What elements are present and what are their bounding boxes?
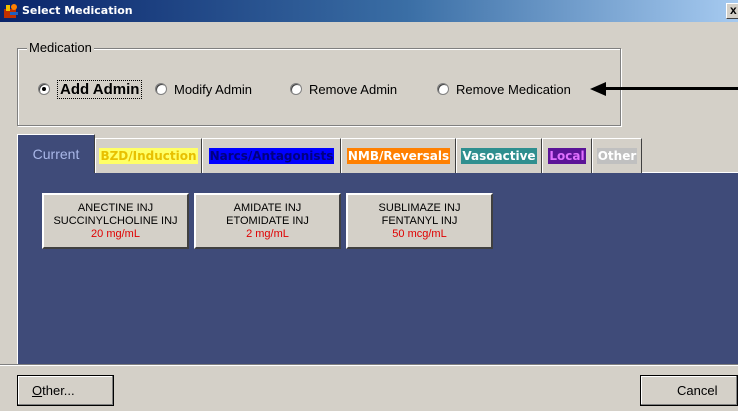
radio-label: Modify Admin <box>174 81 253 97</box>
tab-local[interactable]: Local <box>542 138 592 173</box>
cancel-button[interactable]: Cancel <box>640 375 738 406</box>
radio-unselected-icon <box>155 83 167 95</box>
tab-label: Current <box>32 146 80 162</box>
tab-label: NMB/Reversals <box>346 148 451 164</box>
med-generic-name: FENTANYL INJ <box>381 214 458 227</box>
tab-bzd-induction[interactable]: BZD/Induction <box>95 138 202 173</box>
radio-label: Remove Admin <box>309 81 398 97</box>
window-title: Select Medication <box>22 4 133 17</box>
med-generic-name: SUCCINYLCHOLINE INJ <box>53 214 178 227</box>
tab-narcs-antagonists[interactable]: Narcs/Antagonists <box>202 138 341 173</box>
med-brand-name: SUBLIMAZE INJ <box>378 201 461 214</box>
medication-legend: Medication <box>27 40 94 55</box>
other-label: ther... <box>42 383 75 398</box>
tab-vasoactive[interactable]: Vasoactive <box>456 138 542 173</box>
radio-remove-medication[interactable]: Remove Medication <box>437 80 571 98</box>
tab-label: Other <box>596 148 638 164</box>
tab-label: Vasoactive <box>461 148 537 164</box>
close-button[interactable]: x <box>726 3 738 19</box>
radio-remove-admin[interactable]: Remove Admin <box>290 80 397 98</box>
radio-unselected-icon <box>437 83 449 95</box>
select-medication-dialog: Select Medication x Medication Add Admin… <box>0 0 738 411</box>
med-generic-name: ETOMIDATE INJ <box>226 214 309 227</box>
footer-separator <box>0 364 738 366</box>
tab-other[interactable]: Other <box>592 138 642 173</box>
med-concentration: 20 mg/mL <box>91 227 140 240</box>
arrow-left-icon <box>590 82 738 96</box>
radio-modify-admin[interactable]: Modify Admin <box>155 80 252 98</box>
tab-nmb-reversals[interactable]: NMB/Reversals <box>341 138 456 173</box>
tab-current[interactable]: Current <box>17 134 95 173</box>
other-button[interactable]: Other... <box>17 375 114 406</box>
med-button-amidate[interactable]: AMIDATE INJ ETOMIDATE INJ 2 mg/mL <box>194 193 341 249</box>
radio-selected-icon <box>38 83 50 95</box>
title-bar: Select Medication x <box>0 0 738 22</box>
other-mnemonic: O <box>32 383 43 398</box>
med-button-anectine[interactable]: ANECTINE INJ SUCCINYLCHOLINE INJ 20 mg/m… <box>42 193 189 249</box>
med-concentration: 2 mg/mL <box>246 227 289 240</box>
app-icon <box>4 4 18 18</box>
med-brand-name: ANECTINE INJ <box>77 201 154 214</box>
med-button-sublimaze[interactable]: SUBLIMAZE INJ FENTANYL INJ 50 mcg/mL <box>346 193 493 249</box>
tab-label: BZD/Induction <box>99 148 198 164</box>
radio-unselected-icon <box>290 83 302 95</box>
tab-label: Narcs/Antagonists <box>208 148 335 164</box>
radio-add-admin[interactable]: Add Admin <box>38 79 143 99</box>
radio-label: Remove Medication <box>456 81 571 97</box>
radio-label: Add Admin <box>57 79 143 99</box>
med-concentration: 50 mcg/mL <box>392 227 447 240</box>
cancel-label: Cancel <box>677 383 718 398</box>
med-brand-name: AMIDATE INJ <box>233 201 302 214</box>
tab-label: Local <box>548 148 586 164</box>
